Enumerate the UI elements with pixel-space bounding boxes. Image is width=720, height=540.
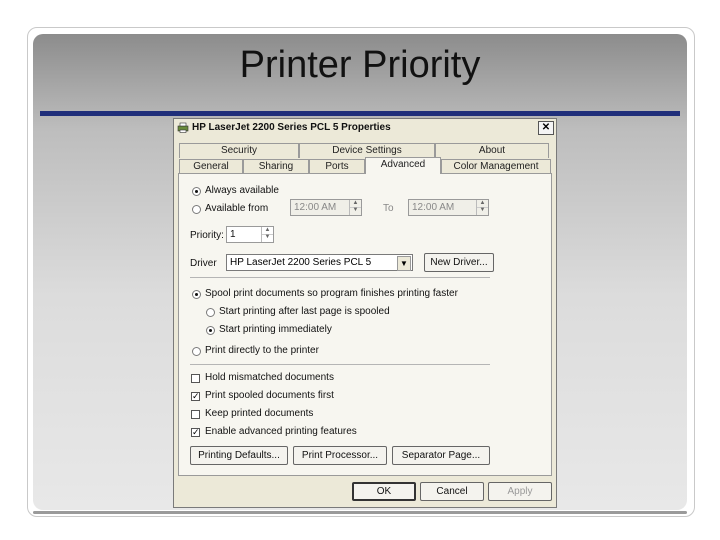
from-time-field[interactable]: 12:00 AM ▲ ▼: [290, 199, 362, 216]
from-time-spinner[interactable]: ▲ ▼: [349, 200, 361, 215]
print-spooled-first-label: Print spooled documents first: [205, 390, 334, 401]
start-after-last-page-radio[interactable]: [206, 308, 215, 317]
spin-down-icon[interactable]: ▼: [477, 207, 488, 214]
tab-color-management[interactable]: Color Management: [441, 159, 551, 174]
cancel-button[interactable]: Cancel: [420, 482, 484, 501]
advanced-tab-panel: Always available Available from 12:00 AM…: [178, 173, 552, 476]
spool-documents-radio[interactable]: [192, 290, 201, 299]
to-time-value: 12:00 AM: [412, 202, 455, 213]
print-processor-button[interactable]: Print Processor...: [293, 446, 387, 465]
driver-select[interactable]: HP LaserJet 2200 Series PCL 5 ▼: [226, 254, 413, 271]
close-button[interactable]: ✕: [538, 121, 554, 135]
priority-label: Priority:: [190, 230, 224, 241]
start-after-last-page-label: Start printing after last page is spoole…: [219, 306, 390, 317]
tab-device-settings[interactable]: Device Settings: [299, 143, 435, 158]
hold-mismatched-label: Hold mismatched documents: [205, 372, 334, 383]
tab-sharing[interactable]: Sharing: [243, 159, 309, 174]
keep-printed-label: Keep printed documents: [205, 408, 314, 419]
tab-general[interactable]: General: [179, 159, 243, 174]
tab-ports[interactable]: Ports: [309, 159, 365, 174]
start-immediately-radio[interactable]: [206, 326, 215, 335]
enable-advanced-features-label: Enable advanced printing features: [205, 426, 357, 437]
separator-page-button[interactable]: Separator Page...: [392, 446, 490, 465]
driver-label: Driver: [190, 258, 217, 269]
printer-properties-dialog: HP LaserJet 2200 Series PCL 5 Properties…: [173, 118, 557, 508]
priority-spinner[interactable]: ▲ ▼: [261, 227, 273, 242]
print-directly-label: Print directly to the printer: [205, 345, 319, 356]
from-time-value: 12:00 AM: [294, 202, 337, 213]
to-time-spinner[interactable]: ▲ ▼: [476, 200, 488, 215]
available-from-radio[interactable]: [192, 205, 201, 214]
title-divider: [40, 111, 680, 116]
always-available-radio[interactable]: [192, 187, 201, 196]
tab-security[interactable]: Security: [179, 143, 299, 158]
hold-mismatched-checkbox[interactable]: [191, 374, 200, 383]
to-label: To: [383, 203, 394, 214]
to-time-field[interactable]: 12:00 AM ▲ ▼: [408, 199, 489, 216]
divider: [190, 364, 490, 365]
driver-value: HP LaserJet 2200 Series PCL 5: [230, 257, 372, 268]
start-immediately-label: Start printing immediately: [219, 324, 332, 335]
dialog-titlebar: HP LaserJet 2200 Series PCL 5 Properties…: [174, 119, 556, 137]
spin-down-icon[interactable]: ▼: [350, 207, 361, 214]
divider: [190, 277, 490, 278]
printer-icon: [177, 122, 189, 133]
bottom-divider: [33, 511, 687, 514]
new-driver-button[interactable]: New Driver...: [424, 253, 494, 272]
always-available-label: Always available: [205, 185, 279, 196]
print-spooled-first-checkbox[interactable]: ✓: [191, 392, 200, 401]
enable-advanced-features-checkbox[interactable]: ✓: [191, 428, 200, 437]
printing-defaults-button[interactable]: Printing Defaults...: [190, 446, 288, 465]
keep-printed-checkbox[interactable]: [191, 410, 200, 419]
chevron-down-icon[interactable]: ▼: [397, 256, 411, 271]
apply-button[interactable]: Apply: [488, 482, 552, 501]
tab-advanced[interactable]: Advanced: [365, 157, 441, 174]
spool-documents-label: Spool print documents so program finishe…: [205, 288, 458, 299]
dialog-title: HP LaserJet 2200 Series PCL 5 Properties: [192, 122, 391, 133]
ok-button[interactable]: OK: [352, 482, 416, 501]
tab-about[interactable]: About: [435, 143, 549, 158]
spin-down-icon[interactable]: ▼: [262, 234, 273, 241]
available-from-label: Available from: [205, 203, 269, 214]
slide-title: Printer Priority: [239, 44, 481, 86]
print-directly-radio[interactable]: [192, 347, 201, 356]
priority-stepper[interactable]: 1 ▲ ▼: [226, 226, 274, 243]
priority-value: 1: [230, 229, 236, 240]
